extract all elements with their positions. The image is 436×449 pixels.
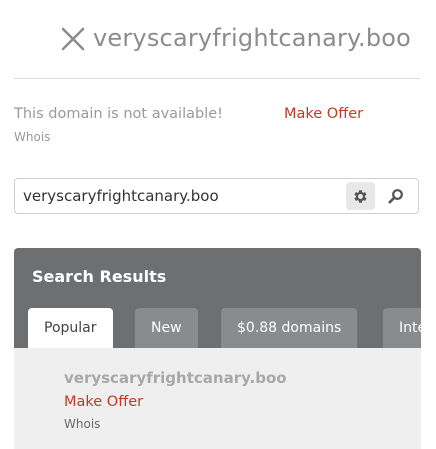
search-results-panel: Search Results Popular New $0.88 domains… xyxy=(14,248,421,348)
search-icon xyxy=(388,189,403,204)
search-input[interactable] xyxy=(23,179,343,213)
availability-status: This domain is not available! xyxy=(14,106,223,122)
tab-popular[interactable]: Popular xyxy=(28,308,113,348)
tab-new[interactable]: New xyxy=(135,308,198,348)
result-whois-link[interactable]: Whois xyxy=(64,417,100,431)
results-title: Search Results xyxy=(32,267,167,286)
gear-icon xyxy=(354,190,367,203)
results-list: veryscaryfrightcanary.boo Make Offer Who… xyxy=(14,348,421,449)
whois-link[interactable]: Whois xyxy=(14,130,50,144)
header: veryscaryfrightcanary.boo xyxy=(0,0,436,78)
result-make-offer-link[interactable]: Make Offer xyxy=(64,394,143,410)
result-domain: veryscaryfrightcanary.boo xyxy=(64,369,287,387)
tab-088-domains[interactable]: $0.88 domains xyxy=(221,308,358,348)
settings-button[interactable] xyxy=(346,182,375,210)
close-icon[interactable] xyxy=(60,26,86,52)
search-button[interactable] xyxy=(382,182,410,210)
tab-international[interactable]: International xyxy=(383,308,421,348)
page-title: veryscaryfrightcanary.boo xyxy=(93,24,412,52)
make-offer-link[interactable]: Make Offer xyxy=(284,106,363,122)
domain-page: veryscaryfrightcanary.boo This domain is… xyxy=(0,0,436,449)
divider xyxy=(14,78,420,79)
search-bar xyxy=(14,178,419,214)
